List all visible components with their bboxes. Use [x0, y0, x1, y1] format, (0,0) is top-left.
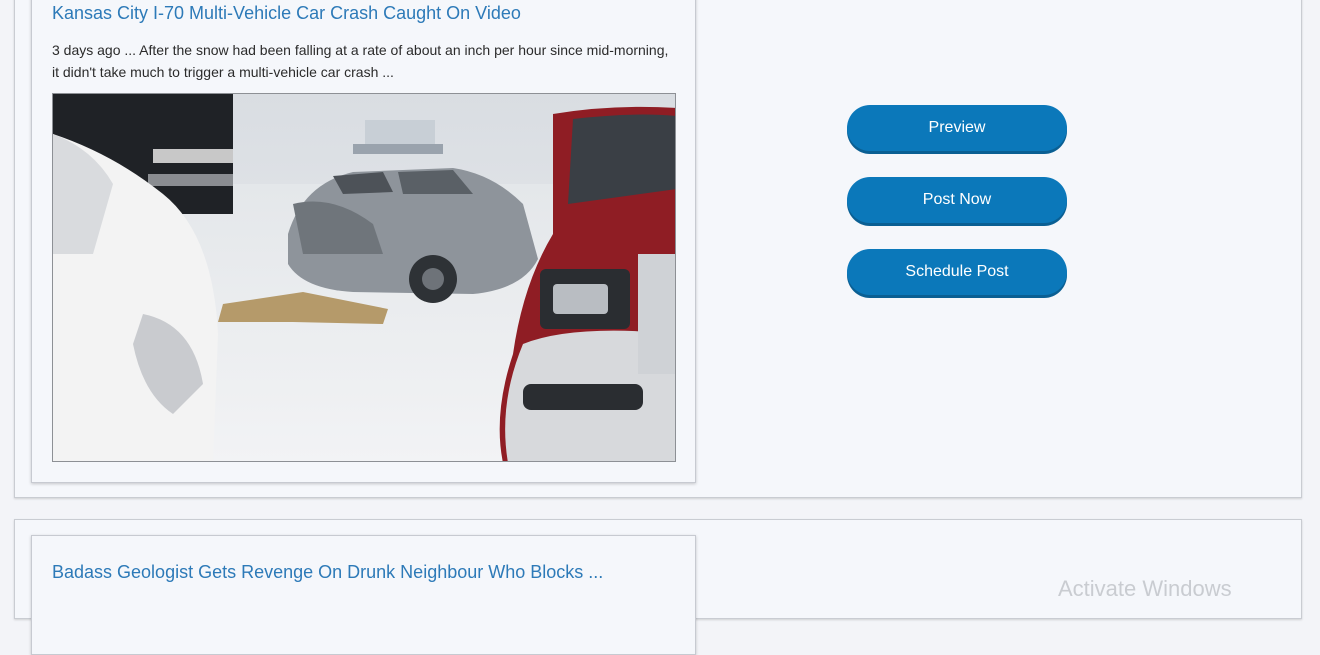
post-card: Kansas City I-70 Multi-Vehicle Car Crash…	[14, 0, 1302, 498]
article-preview-card: Badass Geologist Gets Revenge On Drunk N…	[31, 535, 696, 655]
article-title-link[interactable]: Badass Geologist Gets Revenge On Drunk N…	[52, 562, 603, 583]
article-preview-card: Kansas City I-70 Multi-Vehicle Car Crash…	[31, 0, 696, 483]
post-now-button[interactable]: Post Now	[847, 177, 1067, 223]
article-snippet: 3 days ago ... After the snow had been f…	[52, 42, 669, 80]
post-card: Badass Geologist Gets Revenge On Drunk N…	[14, 519, 1302, 655]
preview-button[interactable]: Preview	[847, 105, 1067, 151]
article-title-link[interactable]: Kansas City I-70 Multi-Vehicle Car Crash…	[52, 3, 521, 24]
activate-windows-watermark: Activate Windows	[1058, 576, 1232, 601]
article-image	[52, 93, 676, 462]
schedule-post-button[interactable]: Schedule Post	[847, 249, 1067, 295]
